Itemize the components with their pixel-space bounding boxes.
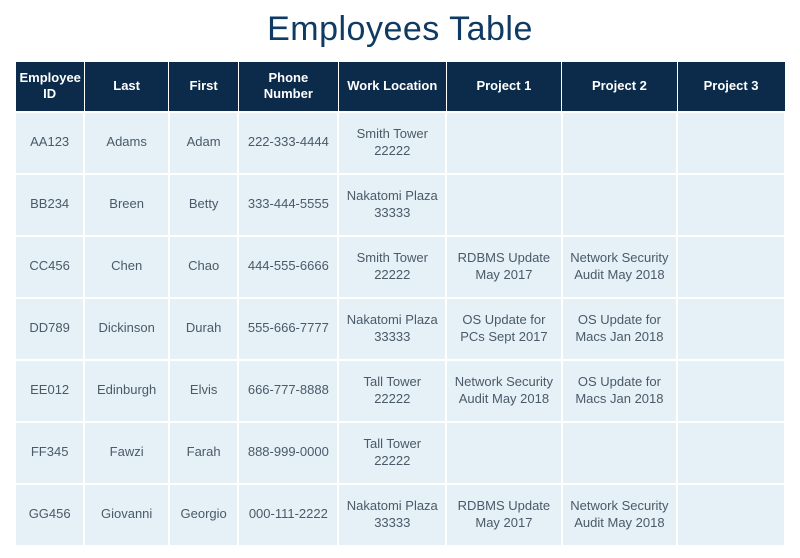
cell-last: Fawzi (84, 422, 169, 484)
cell-emp-id: EE012 (15, 360, 84, 422)
cell-p1 (446, 422, 562, 484)
col-first: First (169, 62, 238, 112)
cell-last: Breen (84, 174, 169, 236)
cell-emp-id: CC456 (15, 236, 84, 298)
cell-p1: OS Update for PCs Sept 2017 (446, 298, 562, 360)
cell-emp-id: DD789 (15, 298, 84, 360)
cell-last: Dickinson (84, 298, 169, 360)
cell-phone: 333-444-5555 (238, 174, 338, 236)
cell-emp-id: AA123 (15, 112, 84, 174)
cell-last: Chen (84, 236, 169, 298)
cell-p2: OS Update for Macs Jan 2018 (562, 298, 678, 360)
cell-p2: Network Security Audit May 2018 (562, 236, 678, 298)
table-row: FF345 Fawzi Farah 888-999-0000 Tall Towe… (15, 422, 785, 484)
cell-phone: 666-777-8888 (238, 360, 338, 422)
cell-emp-id: GG456 (15, 484, 84, 546)
cell-p2: OS Update for Macs Jan 2018 (562, 360, 678, 422)
cell-phone: 888-999-0000 (238, 422, 338, 484)
cell-phone: 222-333-4444 (238, 112, 338, 174)
table-row: EE012 Edinburgh Elvis 666-777-8888 Tall … (15, 360, 785, 422)
cell-p2 (562, 174, 678, 236)
cell-location: Tall Tower 22222 (338, 422, 446, 484)
cell-p2: Network Security Audit May 2018 (562, 484, 678, 546)
cell-p1: RDBMS Update May 2017 (446, 236, 562, 298)
cell-p3 (677, 422, 785, 484)
cell-p3 (677, 112, 785, 174)
cell-location: Nakatomi Plaza 33333 (338, 174, 446, 236)
cell-p3 (677, 236, 785, 298)
col-employee-id: Employee ID (15, 62, 84, 112)
col-last: Last (84, 62, 169, 112)
table-row: GG456 Giovanni Georgio 000-111-2222 Naka… (15, 484, 785, 546)
table-row: BB234 Breen Betty 333-444-5555 Nakatomi … (15, 174, 785, 236)
cell-first: Farah (169, 422, 238, 484)
cell-last: Adams (84, 112, 169, 174)
col-project-1: Project 1 (446, 62, 562, 112)
cell-first: Georgio (169, 484, 238, 546)
cell-p3 (677, 298, 785, 360)
cell-first: Adam (169, 112, 238, 174)
cell-location: Nakatomi Plaza 33333 (338, 298, 446, 360)
cell-p1: RDBMS Update May 2017 (446, 484, 562, 546)
cell-p3 (677, 174, 785, 236)
employees-table: Employee ID Last First Phone Number Work… (14, 61, 786, 547)
cell-phone: 555-666-7777 (238, 298, 338, 360)
cell-p2 (562, 112, 678, 174)
col-project-2: Project 2 (562, 62, 678, 112)
cell-location: Smith Tower 22222 (338, 236, 446, 298)
col-phone-number: Phone Number (238, 62, 338, 112)
col-project-3: Project 3 (677, 62, 785, 112)
cell-first: Elvis (169, 360, 238, 422)
cell-last: Edinburgh (84, 360, 169, 422)
cell-p1: Network Security Audit May 2018 (446, 360, 562, 422)
cell-p1 (446, 112, 562, 174)
cell-p3 (677, 360, 785, 422)
table-row: DD789 Dickinson Durah 555-666-7777 Nakat… (15, 298, 785, 360)
table-row: CC456 Chen Chao 444-555-6666 Smith Tower… (15, 236, 785, 298)
cell-last: Giovanni (84, 484, 169, 546)
cell-emp-id: FF345 (15, 422, 84, 484)
cell-phone: 000-111-2222 (238, 484, 338, 546)
cell-location: Tall Tower 22222 (338, 360, 446, 422)
cell-location: Smith Tower 22222 (338, 112, 446, 174)
table-row: AA123 Adams Adam 222-333-4444 Smith Towe… (15, 112, 785, 174)
table-header-row: Employee ID Last First Phone Number Work… (15, 62, 785, 112)
cell-p2 (562, 422, 678, 484)
cell-first: Betty (169, 174, 238, 236)
cell-first: Durah (169, 298, 238, 360)
page-title: Employees Table (14, 10, 786, 49)
cell-emp-id: BB234 (15, 174, 84, 236)
cell-p1 (446, 174, 562, 236)
cell-phone: 444-555-6666 (238, 236, 338, 298)
col-work-location: Work Location (338, 62, 446, 112)
cell-location: Nakatomi Plaza 33333 (338, 484, 446, 546)
cell-first: Chao (169, 236, 238, 298)
cell-p3 (677, 484, 785, 546)
